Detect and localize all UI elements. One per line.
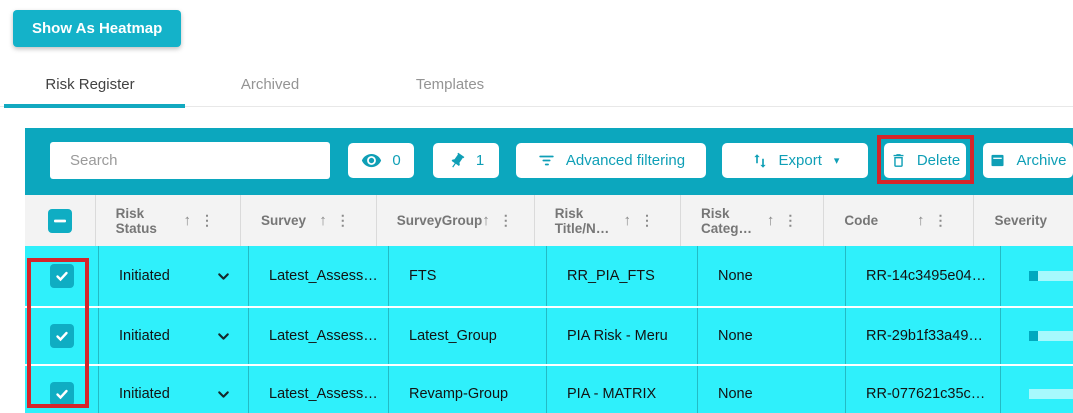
severity-track xyxy=(1029,389,1073,399)
code-cell: RR-077621c35c… xyxy=(845,366,1000,413)
checkmark-icon xyxy=(55,329,69,343)
risk-title-cell: PIA - MATRIX xyxy=(546,366,697,413)
survey-cell: Latest_Assess… xyxy=(248,308,388,364)
column-menu-icon[interactable]: ⋮ xyxy=(783,212,797,229)
select-all-checkbox[interactable] xyxy=(48,209,72,233)
tab-templates[interactable]: Templates xyxy=(360,62,540,106)
chevron-down-icon[interactable] xyxy=(215,386,232,403)
row-checkbox-checked[interactable] xyxy=(50,324,74,348)
risk-status-cell[interactable]: Initiated xyxy=(98,366,248,413)
sort-ascending-icon[interactable]: ↑ xyxy=(623,212,631,229)
export-caret-icon: ▾ xyxy=(834,154,840,167)
active-tab-indicator xyxy=(4,104,185,108)
header-code[interactable]: Code ↑ ⋮ xyxy=(823,195,973,246)
indeterminate-icon xyxy=(53,214,67,228)
pinned-rows-button[interactable]: 1 xyxy=(433,143,499,178)
risk-status-cell[interactable]: Initiated xyxy=(98,246,248,306)
risk-category-cell: None xyxy=(697,246,845,306)
risk-title-cell: PIA Risk - Meru xyxy=(546,308,697,364)
sort-ascending-icon[interactable]: ↑ xyxy=(767,212,775,229)
column-menu-icon[interactable]: ⋮ xyxy=(933,212,947,229)
survey-group-cell: Revamp-Group xyxy=(388,366,546,413)
archive-button[interactable]: Archive xyxy=(983,143,1073,178)
grid-toolbar: 0 1 Advanced filtering Export ▾ De xyxy=(25,128,1073,195)
column-menu-icon[interactable]: ⋮ xyxy=(640,212,654,229)
risk-table: Risk Status ↑ ⋮ Survey ↑ ⋮ SurveyGroup ↑… xyxy=(25,195,1073,413)
row-checkbox-checked[interactable] xyxy=(50,382,74,406)
severity-track xyxy=(1038,331,1073,341)
survey-group-cell: FTS xyxy=(388,246,546,306)
chevron-down-icon[interactable] xyxy=(215,268,232,285)
visible-columns-button[interactable]: 0 xyxy=(348,143,414,178)
sort-ascending-icon[interactable]: ↑ xyxy=(319,212,327,229)
row-select-cell xyxy=(25,308,98,364)
survey-group-cell: Latest_Group xyxy=(388,308,546,364)
severity-cell xyxy=(1000,246,1073,306)
header-risk-title[interactable]: Risk Title/N… ↑ ⋮ xyxy=(534,195,680,246)
select-all-header-cell xyxy=(25,195,95,246)
search-input[interactable] xyxy=(50,142,330,179)
header-survey[interactable]: Survey ↑ ⋮ xyxy=(240,195,376,246)
code-cell: RR-29b1f33a49… xyxy=(845,308,1000,364)
eye-icon xyxy=(361,150,382,171)
visible-count: 0 xyxy=(392,152,400,169)
table-row[interactable]: Initiated Latest_Assess… FTS RR_PIA_FTS … xyxy=(25,246,1073,306)
column-menu-icon[interactable]: ⋮ xyxy=(200,212,214,229)
risk-register-page: Show As Heatmap Risk Register Archived T… xyxy=(0,0,1073,413)
severity-filled-segment xyxy=(1029,271,1038,281)
severity-filled-segment xyxy=(1029,331,1038,341)
risk-status-cell[interactable]: Initiated xyxy=(98,308,248,364)
pin-icon xyxy=(444,148,469,173)
checkmark-icon xyxy=(55,387,69,401)
chevron-down-icon[interactable] xyxy=(215,328,232,345)
sort-ascending-icon[interactable]: ↑ xyxy=(482,212,490,229)
export-button[interactable]: Export ▾ xyxy=(722,143,868,178)
severity-track xyxy=(1038,271,1073,281)
row-checkbox-checked[interactable] xyxy=(50,264,74,288)
code-cell: RR-14c3495e04… xyxy=(845,246,1000,306)
trash-icon xyxy=(890,152,907,169)
checkmark-icon xyxy=(55,269,69,283)
survey-cell: Latest_Assess… xyxy=(248,246,388,306)
header-risk-category[interactable]: Risk Categ… ↑ ⋮ xyxy=(680,195,823,246)
advanced-filtering-button[interactable]: Advanced filtering xyxy=(516,143,706,178)
survey-cell: Latest_Assess… xyxy=(248,366,388,413)
column-menu-icon[interactable]: ⋮ xyxy=(336,212,350,229)
severity-cell xyxy=(1000,366,1073,413)
column-menu-icon[interactable]: ⋮ xyxy=(499,212,513,229)
import-export-icon xyxy=(751,152,769,170)
severity-bar xyxy=(1029,331,1073,341)
delete-button[interactable]: Delete xyxy=(884,143,966,178)
row-select-cell xyxy=(25,366,98,413)
risk-title-cell: RR_PIA_FTS xyxy=(546,246,697,306)
tab-bar: Risk Register Archived Templates xyxy=(0,62,1073,107)
show-as-heatmap-button[interactable]: Show As Heatmap xyxy=(13,10,181,47)
archive-icon xyxy=(989,152,1006,169)
severity-cell xyxy=(1000,308,1073,364)
filter-icon xyxy=(537,151,556,170)
header-risk-status[interactable]: Risk Status ↑ ⋮ xyxy=(95,195,240,246)
risk-category-cell: None xyxy=(697,366,845,413)
table-row[interactable]: Initiated Latest_Assess… Revamp-Group PI… xyxy=(25,364,1073,413)
header-severity[interactable]: Severity xyxy=(973,195,1073,246)
tab-risk-register[interactable]: Risk Register xyxy=(0,62,180,106)
sort-ascending-icon[interactable]: ↑ xyxy=(917,212,925,229)
row-select-cell xyxy=(25,246,98,306)
risk-category-cell: None xyxy=(697,308,845,364)
tab-archived[interactable]: Archived xyxy=(180,62,360,106)
table-header-row: Risk Status ↑ ⋮ Survey ↑ ⋮ SurveyGroup ↑… xyxy=(25,195,1073,246)
pinned-count: 1 xyxy=(476,152,484,169)
sort-ascending-icon[interactable]: ↑ xyxy=(183,212,191,229)
header-survey-group[interactable]: SurveyGroup ↑ ⋮ xyxy=(376,195,534,246)
severity-bar xyxy=(1029,271,1073,281)
table-row[interactable]: Initiated Latest_Assess… Latest_Group PI… xyxy=(25,306,1073,364)
severity-bar xyxy=(1029,389,1073,399)
